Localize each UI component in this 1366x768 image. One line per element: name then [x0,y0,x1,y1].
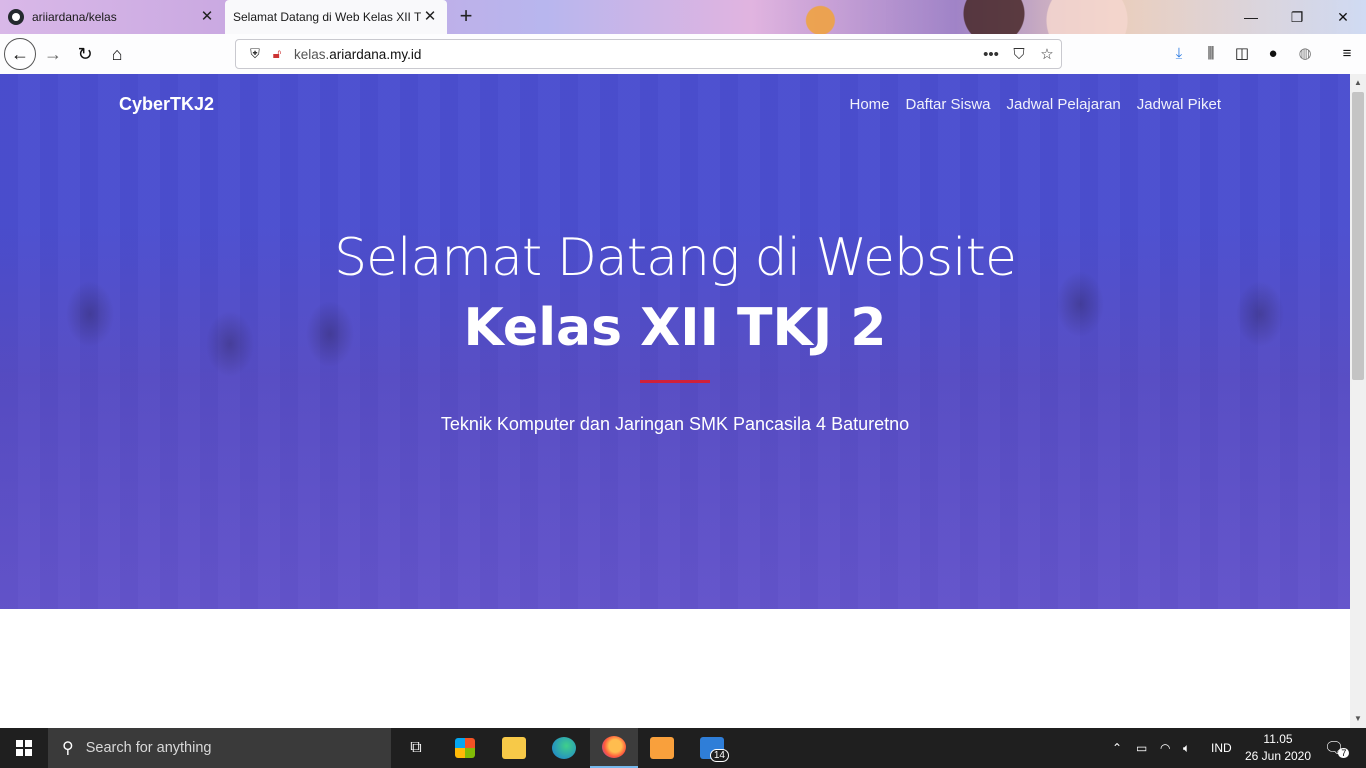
tab-strip: ariiardana/kelas ✕ Selamat Datang di Web… [0,0,1366,34]
web-page: CyberTKJ2 Home Daftar Siswa Jadwal Pelaj… [0,74,1350,728]
hero-heading-line1: Selamat Datang di Website [334,228,1017,288]
task-view-button[interactable]: ⧉ [392,728,440,768]
sublime-icon [650,737,674,759]
windows-logo-icon [16,740,32,756]
scroll-thumb[interactable] [1352,92,1364,380]
close-window-button[interactable]: ✕ [1320,4,1366,30]
clock[interactable]: 11.05 26 Jun 2020 [1238,731,1318,765]
nav-home[interactable]: Home [849,96,889,113]
notification-count: 7 [1338,748,1350,758]
reload-button[interactable]: ↻ [69,38,101,70]
language-indicator[interactable]: IND [1211,728,1232,768]
back-button[interactable]: ← [4,38,36,70]
close-icon[interactable]: ✕ [198,8,216,26]
close-icon[interactable]: ✕ [421,8,439,26]
firefox-icon [602,736,626,758]
scroll-down-icon[interactable]: ▼ [1350,712,1366,726]
download-icon[interactable]: ⤓ [1166,41,1192,67]
arrow-left-icon: ← [11,43,29,64]
star-bookmark-icon[interactable]: ☆ [1033,45,1061,63]
url-text[interactable]: kelas.ariardana.my.id [294,47,977,62]
tab-title: Selamat Datang di Web Kelas XII TKJ 2 [233,10,421,24]
task-view-icon: ⧉ [410,739,422,756]
windows-taskbar: ⚲ Search for anything ⧉ 14 ⌃ ▭ ◠ 🔈︎ IND … [0,728,1366,768]
tab-selamat-datang[interactable]: Selamat Datang di Web Kelas XII TKJ 2 ✕ [225,0,447,34]
show-hidden-icons[interactable]: ⌃ [1112,728,1122,768]
url-domain: ariardana.my.id [329,46,422,62]
hero-subtitle: Teknik Komputer dan Jaringan SMK Pancasi… [440,414,910,434]
site-brand[interactable]: CyberTKJ2 [119,94,214,115]
search-placeholder: Search for anything [85,740,212,756]
page-actions-icon[interactable]: ••• [977,46,1005,63]
search-icon: ⚲ [62,740,74,757]
firefox-app[interactable] [590,728,638,768]
edge-icon [552,737,576,759]
address-bar[interactable]: ⛨ 🔓︎ kelas.ariardana.my.id ••• ⛉ ☆ [235,39,1062,69]
hero-section: CyberTKJ2 Home Daftar Siswa Jadwal Pelaj… [0,74,1350,609]
forward-button[interactable]: → [37,38,69,70]
pocket-icon[interactable]: ⛉ [1005,46,1033,63]
shield-icon[interactable]: ⛨ [246,45,264,63]
minimize-button[interactable]: — [1228,4,1274,30]
mail-unread-badge: 14 [709,749,729,762]
battery-icon[interactable]: ▭ [1136,728,1147,768]
clock-time: 11.05 [1263,732,1293,746]
nav-jadwal-pelajaran[interactable]: Jadwal Pelajaran [1007,96,1121,113]
mail-app[interactable]: 14 [688,728,736,768]
action-center-button[interactable]: 🗨︎ 7 [1324,728,1350,768]
url-prefix: kelas. [294,46,330,62]
tab-title: ariiardana/kelas [32,10,117,24]
hero-heading-line2: Kelas XII TKJ 2 [463,298,887,358]
tab-github-kelas[interactable]: ariiardana/kelas ✕ [0,0,224,34]
nav-jadwal-piket[interactable]: Jadwal Piket [1137,96,1221,113]
new-tab-button[interactable]: + [455,5,477,27]
sidebar-icon[interactable]: ◫ [1229,41,1255,67]
github-icon [8,9,24,25]
wifi-icon[interactable]: ◠ [1160,728,1170,768]
site-nav: Home Daftar Siswa Jadwal Pelajaran Jadwa… [849,96,1221,113]
file-explorer-app[interactable] [490,728,538,768]
volume-icon[interactable]: 🔈︎ [1183,728,1190,768]
menu-hamburger-icon[interactable]: ≡ [1334,41,1360,67]
home-button[interactable]: ⌂ [101,38,133,70]
store-icon [455,738,475,758]
chevron-up-icon: ⌃ [1112,741,1123,755]
home-icon: ⌂ [111,43,123,64]
start-button[interactable] [0,728,48,768]
hero-divider [640,380,710,383]
taskbar-search[interactable]: ⚲ Search for anything [48,728,391,768]
globe-icon[interactable]: ◍ [1292,41,1318,67]
sublime-text-app[interactable] [638,728,686,768]
restore-button[interactable]: ❐ [1274,4,1320,30]
clock-date: 26 Jun 2020 [1244,749,1312,763]
nav-daftar-siswa[interactable]: Daftar Siswa [906,96,991,113]
store-app[interactable] [441,728,489,768]
library-icon[interactable]: ⫼ [1198,41,1224,67]
page-scrollbar[interactable]: ▲ ▼ [1350,74,1366,728]
insecure-lock-icon[interactable]: 🔓︎ [268,45,286,63]
account-icon[interactable]: ● [1260,41,1286,67]
arrow-right-icon: → [44,43,62,64]
reload-icon: ↻ [77,43,93,64]
folder-icon [502,737,526,759]
scroll-up-icon[interactable]: ▲ [1350,76,1366,90]
edge-app[interactable] [540,728,588,768]
